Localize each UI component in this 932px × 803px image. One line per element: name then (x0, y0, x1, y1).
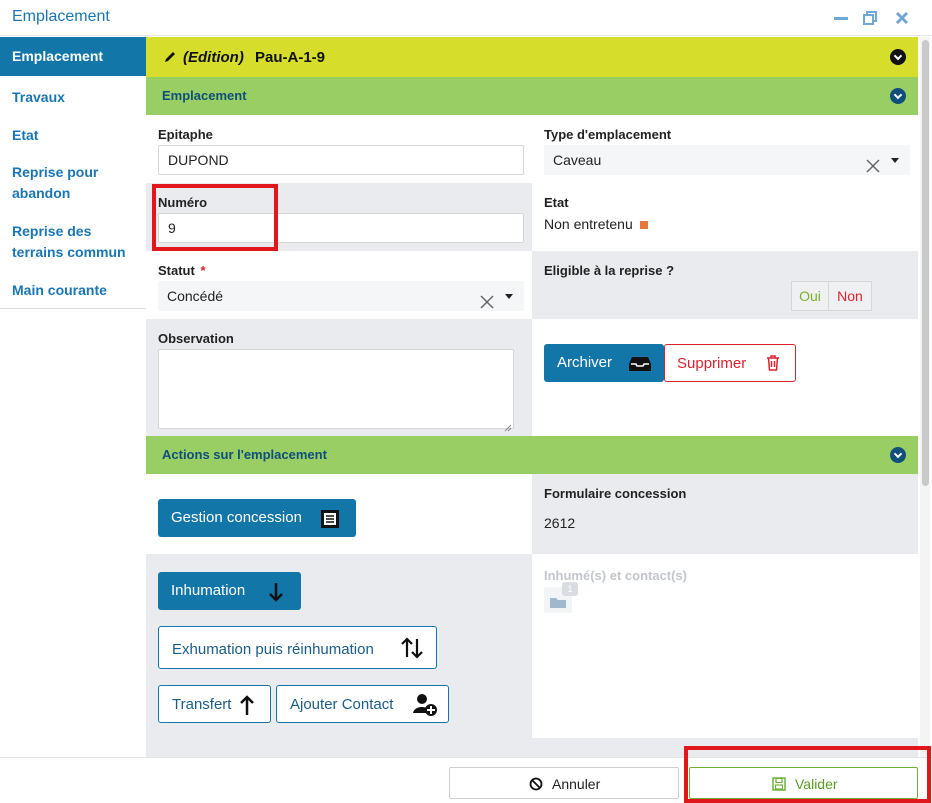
gestion-concession-button[interactable]: Gestion concession (158, 499, 356, 537)
epitaphe-input[interactable]: DUPOND (158, 145, 524, 175)
transfert-label: Transfert (172, 696, 232, 713)
row-statut: Statut * Concédé (146, 251, 532, 319)
highlight-numero (152, 184, 278, 251)
archiver-button[interactable]: Archiver (544, 344, 664, 382)
record-code: Pau-A-1-9 (255, 49, 326, 66)
type-select[interactable]: Caveau (544, 145, 910, 175)
main-content: (Edition) Pau-A-1-9 Emplacement Epitaphe… (146, 37, 918, 757)
row-inhumes: Inhumé(s) et contact(s) 1 (532, 554, 918, 738)
epitaphe-label: Epitaphe (158, 127, 213, 142)
exhumation-button[interactable]: Exhumation puis réinhumation (158, 626, 437, 669)
scrollbar-thumb[interactable] (922, 40, 929, 486)
add-user-icon (413, 693, 439, 721)
type-value: Caveau (553, 152, 602, 168)
annuler-label: Annuler (552, 776, 601, 792)
inhumes-label: Inhumé(s) et contact(s) (544, 568, 688, 583)
swap-arrows-icon (400, 637, 424, 663)
minimize-icon[interactable] (832, 9, 850, 27)
sidebar: Emplacement Travaux Etat Reprise pour ab… (0, 37, 146, 757)
row-partial-left (146, 738, 532, 757)
textarea-resize-icon[interactable] (504, 419, 512, 435)
highlight-valider (684, 746, 931, 803)
record-mode: (Edition) (183, 49, 244, 66)
statut-value: Concédé (167, 288, 224, 304)
formulaire-value: 2612 (544, 515, 576, 531)
cancel-icon (529, 777, 543, 794)
row-type: Type d'emplacement Caveau (532, 115, 918, 183)
sidebar-item-travaux[interactable]: Travaux (0, 87, 77, 108)
header-collapse-chevron-icon[interactable] (890, 49, 906, 65)
document-list-icon (320, 509, 340, 533)
statut-label-text: Statut (158, 263, 195, 278)
observation-textarea[interactable] (158, 349, 514, 429)
sidebar-item-reprise-abandon[interactable]: Reprise pour abandon (0, 162, 120, 204)
statut-label: Statut * (158, 263, 206, 278)
record-header[interactable]: (Edition) Pau-A-1-9 (146, 37, 918, 77)
section-actions-title: Actions sur l'emplacement (162, 447, 327, 462)
sidebar-item-main-courante[interactable]: Main courante (0, 280, 119, 301)
row-actions-buttons: Archiver Supprimer (532, 319, 918, 436)
window-titlebar: Emplacement (0, 0, 932, 36)
supprimer-label: Supprimer (677, 355, 747, 372)
ajouter-contact-label: Ajouter Contact (290, 696, 394, 713)
exhumation-label: Exhumation puis réinhumation (172, 641, 374, 658)
statut-select[interactable]: Concédé (158, 281, 524, 311)
etat-status-square-icon (640, 221, 648, 229)
section-emplacement-header[interactable]: Emplacement (146, 77, 918, 115)
close-icon[interactable] (893, 9, 911, 27)
sidebar-item-etat[interactable]: Etat (0, 125, 50, 146)
type-dropdown-caret-icon[interactable] (891, 158, 899, 163)
section-emplacement-title: Emplacement (162, 88, 247, 103)
row-etat: Etat Non entretenu (532, 183, 918, 251)
supprimer-button[interactable]: Supprimer (664, 344, 796, 382)
row-gestion: Gestion concession (146, 474, 532, 554)
eligible-oui-button[interactable]: Oui (791, 281, 829, 311)
annuler-button[interactable]: Annuler (449, 767, 679, 799)
archiver-label: Archiver (557, 354, 613, 371)
trash-icon (766, 355, 780, 374)
restore-icon[interactable] (861, 9, 879, 27)
eligible-label: Eligible à la reprise ? (544, 263, 675, 278)
statut-clear-icon[interactable] (480, 289, 494, 309)
inhumation-label: Inhumation (171, 582, 246, 599)
transfert-button[interactable]: Transfert (158, 685, 271, 723)
row-epitaphe: Epitaphe DUPOND (146, 115, 532, 183)
sidebar-divider (0, 308, 146, 309)
type-label: Type d'emplacement (544, 127, 672, 142)
observation-label: Observation (158, 331, 234, 346)
pencil-icon (163, 50, 177, 67)
inhumation-button[interactable]: Inhumation (158, 572, 301, 610)
formulaire-label: Formulaire concession (544, 486, 687, 501)
section-actions-chevron-icon[interactable] (890, 447, 906, 463)
etat-label: Etat (544, 195, 569, 210)
type-clear-icon[interactable] (866, 153, 880, 173)
row-eligible: Eligible à la reprise ? Oui Non (532, 251, 918, 319)
inhumes-count-badge: 1 (562, 582, 578, 596)
archive-tray-icon (628, 356, 652, 376)
row-observation: Observation (146, 319, 532, 436)
ajouter-contact-button[interactable]: Ajouter Contact (276, 685, 449, 723)
row-formulaire: Formulaire concession 2612 (532, 474, 918, 554)
row-inhumation: Inhumation Exhumation puis réinhumation … (146, 554, 532, 738)
etat-value: Non entretenu (544, 216, 633, 232)
sidebar-item-reprise-terrains[interactable]: Reprise des terrains commun (0, 221, 146, 263)
eligible-non-button[interactable]: Non (828, 281, 872, 311)
window-title: Emplacement (12, 8, 110, 25)
section-collapse-chevron-icon[interactable] (890, 88, 906, 104)
statut-dropdown-caret-icon[interactable] (505, 294, 513, 299)
arrow-down-icon (268, 582, 284, 606)
sidebar-item-emplacement[interactable]: Emplacement (0, 37, 146, 76)
statut-required-mark: * (200, 263, 206, 278)
gestion-concession-label: Gestion concession (171, 509, 302, 526)
arrow-up-icon (239, 694, 255, 720)
section-actions-header[interactable]: Actions sur l'emplacement (146, 436, 918, 474)
